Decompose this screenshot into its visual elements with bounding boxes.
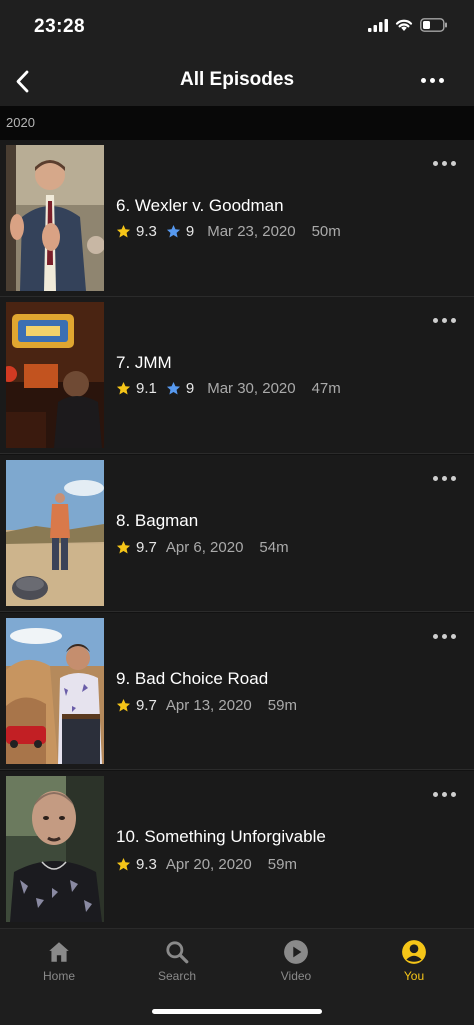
- more-icon: [433, 634, 438, 639]
- imdb-rating: 9.3: [136, 856, 157, 873]
- runtime: 47m: [311, 380, 341, 397]
- star-icon: [116, 381, 131, 395]
- more-icon: [433, 161, 438, 166]
- tab-video-label: Video: [280, 969, 312, 983]
- page-title: All Episodes: [179, 69, 295, 90]
- user-rating: 9: [185, 223, 195, 240]
- imdb-rating: 9.1: [136, 380, 157, 397]
- battery-icon: [420, 18, 447, 32]
- episode-row[interactable]: 7. JMM 9.1 9 Mar 30, 2020 47m: [0, 297, 474, 454]
- episode-meta: 9.7 Apr 13, 2020 59m: [116, 697, 297, 714]
- episode-more-button[interactable]: [433, 161, 456, 166]
- episode-meta: 9.3 Apr 20, 2020 59m: [116, 856, 297, 873]
- section-year: 2020: [6, 115, 35, 130]
- episode-title: 10. Something Unforgivable: [116, 827, 326, 846]
- tab-home-label: Home: [42, 969, 75, 983]
- user-rating: 9: [185, 380, 195, 397]
- home-icon: [49, 942, 69, 962]
- air-date: Mar 23, 2020: [207, 223, 296, 240]
- play-icon: [284, 940, 308, 964]
- user-star-icon[interactable]: [166, 381, 181, 396]
- status-icons: [368, 18, 448, 32]
- episode-title: 7. JMM: [116, 353, 172, 372]
- more-icon: [421, 78, 426, 83]
- more-icon: [433, 792, 438, 797]
- episode-title: 6. Wexler v. Goodman: [116, 196, 284, 215]
- tab-search[interactable]: Search: [132, 939, 222, 983]
- tab-video[interactable]: Video: [251, 939, 341, 983]
- episode-row[interactable]: 8. Bagman 9.7 Apr 6, 2020 54m: [0, 455, 474, 612]
- episode-meta: 9.7 Apr 6, 2020 54m: [116, 539, 289, 556]
- imdb-rating: 9.7: [136, 697, 157, 714]
- search-icon: [166, 941, 189, 964]
- star-icon: [116, 540, 131, 554]
- tab-you-label: You: [403, 969, 425, 983]
- star-icon: [116, 224, 131, 238]
- runtime: 54m: [259, 539, 289, 556]
- status-time: 23:28: [34, 16, 86, 37]
- more-icon: [433, 476, 438, 481]
- tab-home[interactable]: Home: [14, 939, 104, 983]
- episode-title: 9. Bad Choice Road: [116, 669, 269, 688]
- episode-more-button[interactable]: [433, 476, 456, 481]
- tab-search-label: Search: [157, 969, 197, 983]
- air-date: Apr 20, 2020: [165, 856, 252, 873]
- air-date: Mar 30, 2020: [207, 380, 296, 397]
- imdb-rating: 9.7: [136, 539, 157, 556]
- status-bar: 23:28: [0, 0, 474, 58]
- more-options-button[interactable]: [421, 78, 444, 83]
- episode-title: 8. Bagman: [116, 511, 199, 530]
- runtime: 59m: [267, 856, 297, 873]
- episode-row[interactable]: 10. Something Unforgivable 9.3 Apr 20, 2…: [0, 771, 474, 928]
- section-header: 2020: [0, 106, 474, 140]
- episode-more-button[interactable]: [433, 318, 456, 323]
- episode-more-button[interactable]: [433, 634, 456, 639]
- episode-more-button[interactable]: [433, 792, 456, 797]
- episode-row[interactable]: 9. Bad Choice Road 9.7 Apr 13, 2020 59m: [0, 613, 474, 770]
- episode-thumbnail: [6, 302, 104, 448]
- tab-you[interactable]: You: [369, 939, 459, 983]
- signal-icon: [368, 18, 388, 32]
- episode-row[interactable]: 6. Wexler v. Goodman 9.3 9 Mar 23, 2020 …: [0, 140, 474, 297]
- runtime: 50m: [311, 223, 341, 240]
- episode-thumbnail: [6, 618, 104, 764]
- star-icon: [116, 698, 131, 712]
- profile-icon: [402, 940, 426, 964]
- more-icon: [433, 318, 438, 323]
- episode-thumbnail: [6, 460, 104, 606]
- episode-meta: 9.1 9 Mar 30, 2020 47m: [116, 380, 341, 397]
- air-date: Apr 13, 2020: [165, 697, 252, 714]
- runtime: 59m: [267, 697, 297, 714]
- air-date: Apr 6, 2020: [165, 539, 244, 556]
- imdb-rating: 9.3: [136, 223, 157, 240]
- wifi-icon: [395, 19, 413, 31]
- episode-thumbnail: [6, 776, 104, 922]
- star-icon: [116, 857, 131, 871]
- home-indicator[interactable]: [152, 1009, 322, 1014]
- user-star-icon[interactable]: [166, 224, 181, 239]
- nav-bar: All Episodes: [0, 58, 474, 106]
- episode-meta: 9.3 9 Mar 23, 2020 50m: [116, 223, 341, 240]
- episode-thumbnail: [6, 145, 104, 291]
